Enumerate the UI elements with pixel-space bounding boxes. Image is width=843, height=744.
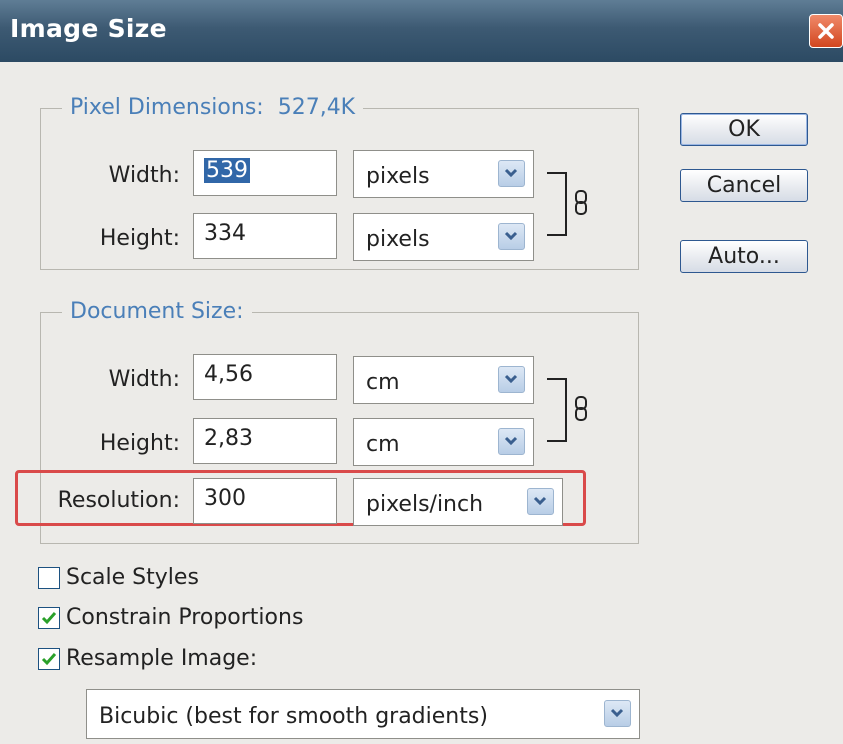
chevron-down-icon[interactable]	[498, 223, 525, 250]
pixel-height-field[interactable]: 334	[193, 213, 337, 259]
document-size-legend: Document Size:	[62, 299, 252, 324]
scale-styles-checkbox[interactable]	[38, 567, 60, 589]
resolution-unit-select[interactable]: pixels/inch	[353, 478, 563, 526]
doc-height-field[interactable]: 2,83	[193, 418, 337, 464]
constrain-proportions-checkbox[interactable]	[38, 607, 60, 629]
cancel-button[interactable]: Cancel	[680, 169, 808, 202]
chevron-down-icon[interactable]	[498, 428, 525, 455]
doc-width-unit-select[interactable]: cm	[353, 356, 534, 404]
scale-styles-label: Scale Styles	[66, 565, 199, 590]
resample-method-select[interactable]: Bicubic (best for smooth gradients)	[86, 689, 640, 739]
pixel-size: 527,4K	[277, 95, 356, 120]
doc-height-unit-select[interactable]: cm	[353, 418, 534, 466]
doc-link-bracket	[547, 378, 567, 442]
title-bar[interactable]: Image Size	[0, 0, 843, 62]
chevron-down-icon[interactable]	[498, 160, 525, 187]
chevron-down-icon[interactable]	[498, 366, 525, 393]
pixel-height-unit-select[interactable]: pixels	[353, 213, 534, 261]
pixel-width-label: Width:	[108, 163, 180, 188]
doc-height-label: Height:	[99, 431, 180, 456]
resolution-field[interactable]: 300	[193, 478, 337, 524]
pixel-link-bracket	[547, 172, 567, 236]
close-icon	[818, 23, 834, 39]
chevron-down-icon[interactable]	[527, 488, 554, 515]
doc-width-label: Width:	[108, 367, 180, 392]
chain-link-icon	[575, 190, 587, 215]
resample-image-checkbox[interactable]	[38, 648, 60, 670]
doc-width-field[interactable]: 4,56	[193, 354, 337, 400]
constrain-proportions-label: Constrain Proportions	[66, 605, 304, 630]
checkmark-icon	[41, 653, 57, 666]
chain-link-icon	[575, 396, 587, 421]
ok-button[interactable]: OK	[680, 113, 808, 146]
pixel-width-unit-select[interactable]: pixels	[353, 150, 534, 198]
resample-image-label: Resample Image:	[66, 646, 258, 671]
pixel-dimensions-legend: Pixel Dimensions: 527,4K	[62, 95, 364, 120]
resolution-label: Resolution:	[57, 488, 180, 513]
pixel-height-label: Height:	[99, 226, 180, 251]
image-size-dialog: Image Size Pixel Dimensions: 527,4K Widt…	[0, 0, 843, 744]
checkmark-icon	[41, 612, 57, 625]
window-title: Image Size	[10, 14, 167, 43]
close-button[interactable]	[809, 14, 843, 48]
pixel-width-field[interactable]: 539	[193, 150, 337, 196]
chevron-down-icon[interactable]	[604, 700, 631, 727]
auto-button[interactable]: Auto...	[680, 240, 808, 273]
